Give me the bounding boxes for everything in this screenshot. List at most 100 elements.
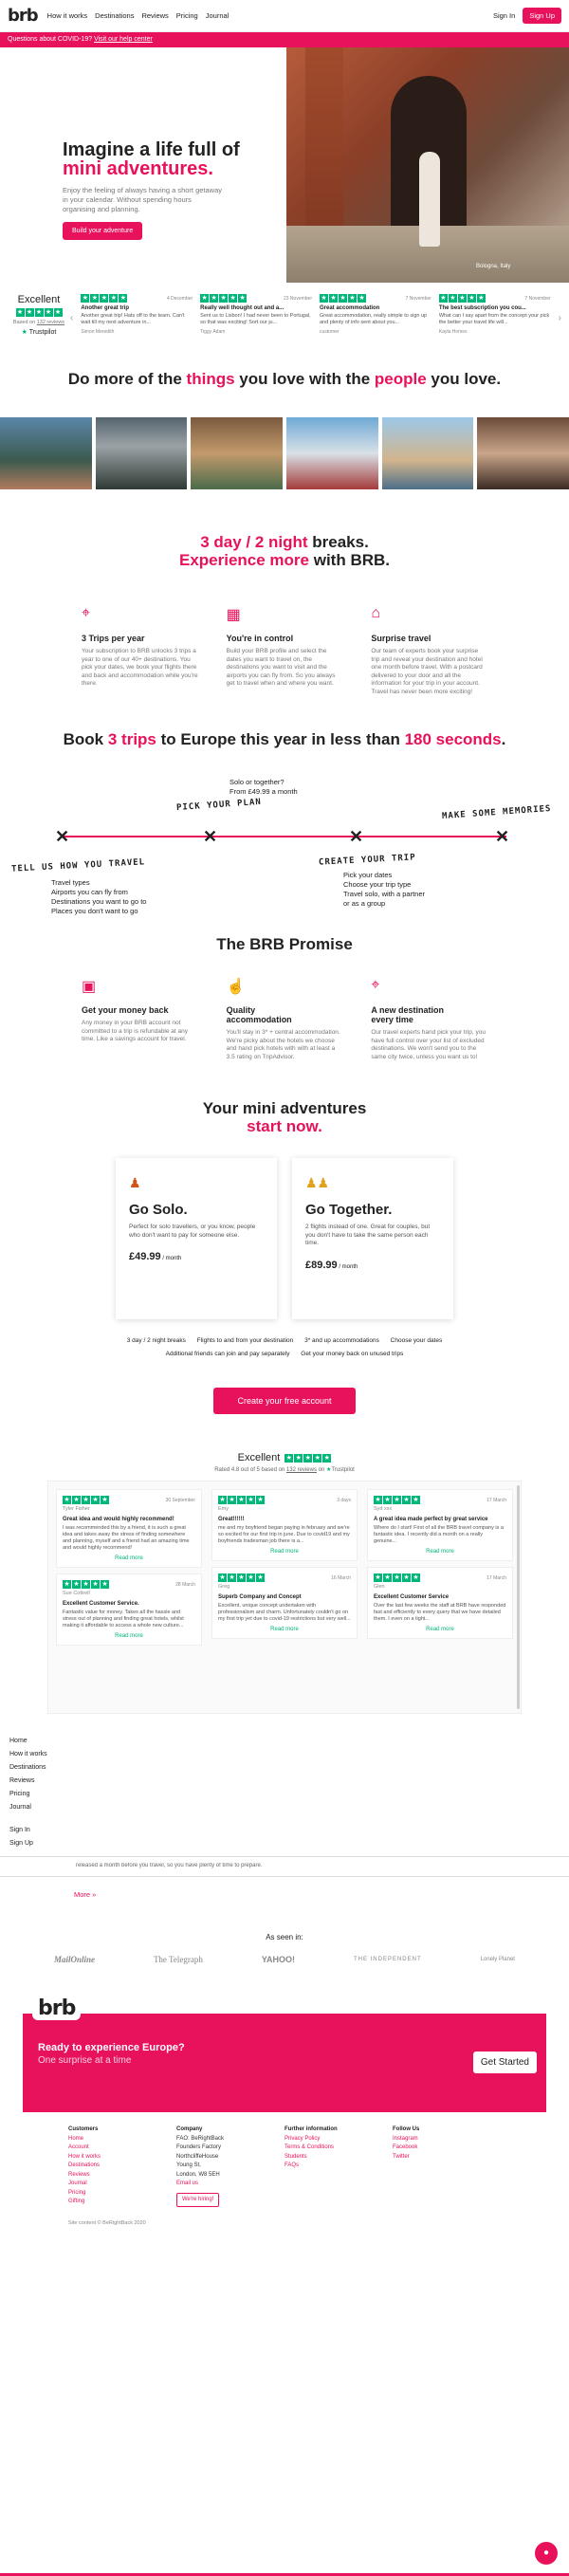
nav-link-how-it-works[interactable]: How it works: [47, 11, 88, 20]
create-account-button[interactable]: Create your free account: [213, 1388, 356, 1414]
review-card[interactable]: ★ ★ ★ ★ ★ 3 days Emy Great!!!!!! me and my bo…: [211, 1489, 358, 1561]
create-trip-item: Pick your dates: [343, 871, 393, 879]
press-logos: MailOnline The Telegraph YAHOO! THE INDE…: [0, 1955, 569, 1964]
trustpilot-stars: ★ ★ ★ ★ ★: [8, 308, 70, 317]
review-date: 7 November: [524, 295, 551, 302]
footer-address-line: NorthcliffeHouse: [176, 2153, 219, 2160]
footer-company: Company FAO: BeRightBack Founders Factor…: [176, 2125, 284, 2207]
trustpilot-brand: Trustpilot: [331, 1467, 355, 1473]
nav-link-destinations[interactable]: Destinations: [95, 11, 134, 20]
review-title: Great!!!!!!: [218, 1517, 245, 1522]
nav-link-journal[interactable]: Journal: [206, 11, 229, 20]
reviews-excellent-label: Excellent: [237, 1452, 281, 1463]
review-card[interactable]: ★ ★ ★ ★ ★ 17 March Syd xxx A great idea made …: [367, 1489, 513, 1561]
read-more-link[interactable]: Read more: [63, 1555, 195, 1561]
footer-link[interactable]: How it works: [68, 2153, 176, 2162]
review-card[interactable]: ★ ★ ★ ★ ★ 7 November The best subscription yo…: [438, 294, 551, 335]
menu-item-reviews[interactable]: Reviews: [9, 1775, 569, 1788]
reviews-column: ★ ★ ★ ★ ★ 30 September Tyler Fisher Great ide…: [56, 1489, 202, 1646]
hiring-button[interactable]: We're hiring!: [176, 2192, 220, 2207]
build-adventure-button[interactable]: Build your adventure: [63, 222, 143, 240]
footer-link[interactable]: Reviews: [68, 2171, 176, 2180]
review-card[interactable]: ★ ★ ★ ★ ★ 30 September Tyler Fisher Great ide…: [56, 1489, 202, 1568]
promise-description: Our travel experts hand pick your trip, …: [371, 1029, 486, 1060]
together-plan-card[interactable]: ♟♟ Go Together. 2 flights instead of one…: [292, 1158, 453, 1319]
promise-item: ▣ Get your money back Any money in your …: [82, 977, 198, 1061]
menu-item-destinations[interactable]: Destinations: [9, 1761, 569, 1775]
review-card[interactable]: ★ ★ ★ ★ ★ 4 December Another great trip Anoth…: [81, 294, 193, 335]
menu-item-sign-in[interactable]: Sign In: [9, 1824, 569, 1837]
feature-description: Your subscription to BRB unlocks 3 trips…: [82, 648, 198, 687]
create-trip-label: CREATE YOUR TRIP: [318, 853, 416, 868]
read-more-link[interactable]: Read more: [218, 1627, 351, 1632]
footer-link[interactable]: Privacy Policy: [284, 2135, 393, 2144]
menu-item-pricing[interactable]: Pricing: [9, 1788, 569, 1801]
faq-cut-text: released a month before you travel, so y…: [76, 1863, 263, 1868]
based-on-label: Based on: [12, 320, 36, 325]
promise-description: You'll stay in 3* + central accommodatio…: [226, 1029, 340, 1060]
footer-link[interactable]: Terms & Conditions: [284, 2144, 393, 2153]
promise-list: ▣ Get your money back Any money in your …: [0, 977, 569, 1061]
footer-link[interactable]: Students: [284, 2153, 393, 2162]
cta-logo: brb: [32, 1996, 82, 2020]
footer-link[interactable]: Account: [68, 2144, 176, 2153]
carousel-next-icon[interactable]: ›: [559, 294, 561, 323]
menu-item-sign-up[interactable]: Sign Up: [9, 1837, 569, 1850]
more-link[interactable]: More »: [0, 1890, 569, 1899]
footer-link[interactable]: Journal: [68, 2180, 176, 2189]
book-highlight: 3 trips: [107, 730, 156, 748]
read-more-link[interactable]: Read more: [218, 1549, 351, 1555]
chat-icon[interactable]: ●: [535, 2542, 558, 2565]
facebook-link[interactable]: Facebook: [393, 2144, 501, 2153]
breaks-highlight: Experience more: [178, 551, 309, 569]
review-card[interactable]: ★ ★ ★ ★ ★ 17 March Glen Excellent Customer Se…: [367, 1567, 513, 1639]
star-icon: ★: [44, 308, 53, 317]
menu-item-journal[interactable]: Journal: [9, 1801, 569, 1814]
reviews-scrollbar[interactable]: [517, 1485, 520, 1709]
do-more-highlight: things: [186, 370, 235, 388]
review-card[interactable]: ★ ★ ★ ★ ★ 16 March Greg Superb Company and Co…: [211, 1567, 358, 1639]
twitter-link[interactable]: Twitter: [393, 2153, 501, 2162]
review-date: 4 December: [166, 295, 193, 302]
footer-link[interactable]: Destinations: [68, 2162, 176, 2171]
email-us-link[interactable]: Email us: [176, 2180, 284, 2189]
get-started-button[interactable]: Get Started: [472, 2052, 537, 2073]
hero-title: Imagine a life full of mini adventures.: [63, 140, 286, 178]
help-center-link[interactable]: Visit our help center: [94, 36, 153, 43]
footer-link[interactable]: FAQs: [284, 2162, 393, 2171]
reviews-count-link[interactable]: 132 reviews: [286, 1467, 317, 1473]
review-card[interactable]: ★ ★ ★ ★ ★ 28 March Sue Cottrell Excellent Cus…: [56, 1573, 202, 1646]
footer-link[interactable]: Gifting: [68, 2198, 176, 2207]
sign-in-link[interactable]: Sign In: [493, 11, 515, 20]
hero: Imagine a life full of mini adventures. …: [0, 47, 569, 283]
read-more-link[interactable]: Read more: [374, 1549, 506, 1555]
nav-link-reviews[interactable]: Reviews: [141, 11, 168, 20]
footer-further-info: Further information Privacy Policy Terms…: [284, 2125, 393, 2207]
menu-item-home[interactable]: Home: [9, 1735, 569, 1748]
together-icon: ♟♟: [305, 1175, 330, 1190]
review-body: I was recommended this by a friend, it i…: [63, 1525, 190, 1551]
instagram-link[interactable]: Instagram: [393, 2135, 501, 2144]
hero-title-line2: mini adventures.: [63, 158, 213, 179]
travel-photo: [286, 417, 378, 489]
solo-plan-card[interactable]: ♟ Go Solo. Perfect for solo travellers, …: [116, 1158, 277, 1319]
travel-photo: [381, 417, 474, 489]
included-features: 3 day / 2 night breaks Flights to and fr…: [0, 1334, 569, 1361]
review-title: Great accommodation: [320, 305, 380, 311]
read-more-link[interactable]: Read more: [63, 1633, 195, 1639]
brb-logo[interactable]: brb: [8, 6, 39, 26]
footer-link[interactable]: Pricing: [68, 2189, 176, 2199]
reviews-widget[interactable]: ★ ★ ★ ★ ★ 30 September Tyler Fisher Great ide…: [47, 1481, 522, 1714]
sign-up-button[interactable]: Sign Up: [523, 8, 561, 24]
footer-link[interactable]: Home: [68, 2135, 176, 2144]
book-text: .: [501, 730, 506, 748]
review-card[interactable]: ★ ★ ★ ★ ★ 7 November Great accommodation Grea…: [320, 294, 431, 335]
plan-title: Go Solo.: [129, 1202, 188, 1218]
read-more-link[interactable]: Read more: [374, 1627, 506, 1632]
review-card[interactable]: ★ ★ ★ ★ ★ 23 November Really well thought out…: [200, 294, 312, 335]
reviews-count-link[interactable]: 132 reviews: [37, 320, 64, 325]
feature-item: ⌂ Surprise travel Our team of experts bo…: [371, 605, 487, 696]
nav-link-pricing[interactable]: Pricing: [176, 11, 198, 20]
promise-title-text: Quality accommodation: [227, 1005, 343, 1024]
menu-item-how-it-works[interactable]: How it works: [9, 1748, 569, 1761]
